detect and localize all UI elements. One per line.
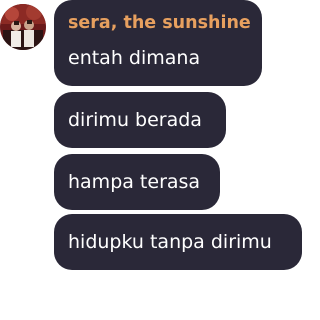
message-bubble-4[interactable]: hidupku tanpa dirimu: [54, 214, 302, 270]
message-bubble-3[interactable]: hampa terasa: [54, 154, 220, 210]
message-bubble-2[interactable]: dirimu berada: [54, 92, 226, 148]
sender-avatar[interactable]: [0, 4, 46, 50]
message-text: hidupku tanpa dirimu: [68, 231, 272, 253]
message-text: dirimu berada: [68, 109, 202, 131]
message-text: entah dimana: [68, 47, 201, 69]
sender-name[interactable]: sera, the sunshine: [68, 13, 251, 33]
profile-photo-icon: [0, 4, 46, 50]
message-text: hampa terasa: [68, 171, 201, 193]
message-bubble-1[interactable]: sera, the sunshine entah dimana: [54, 0, 262, 86]
